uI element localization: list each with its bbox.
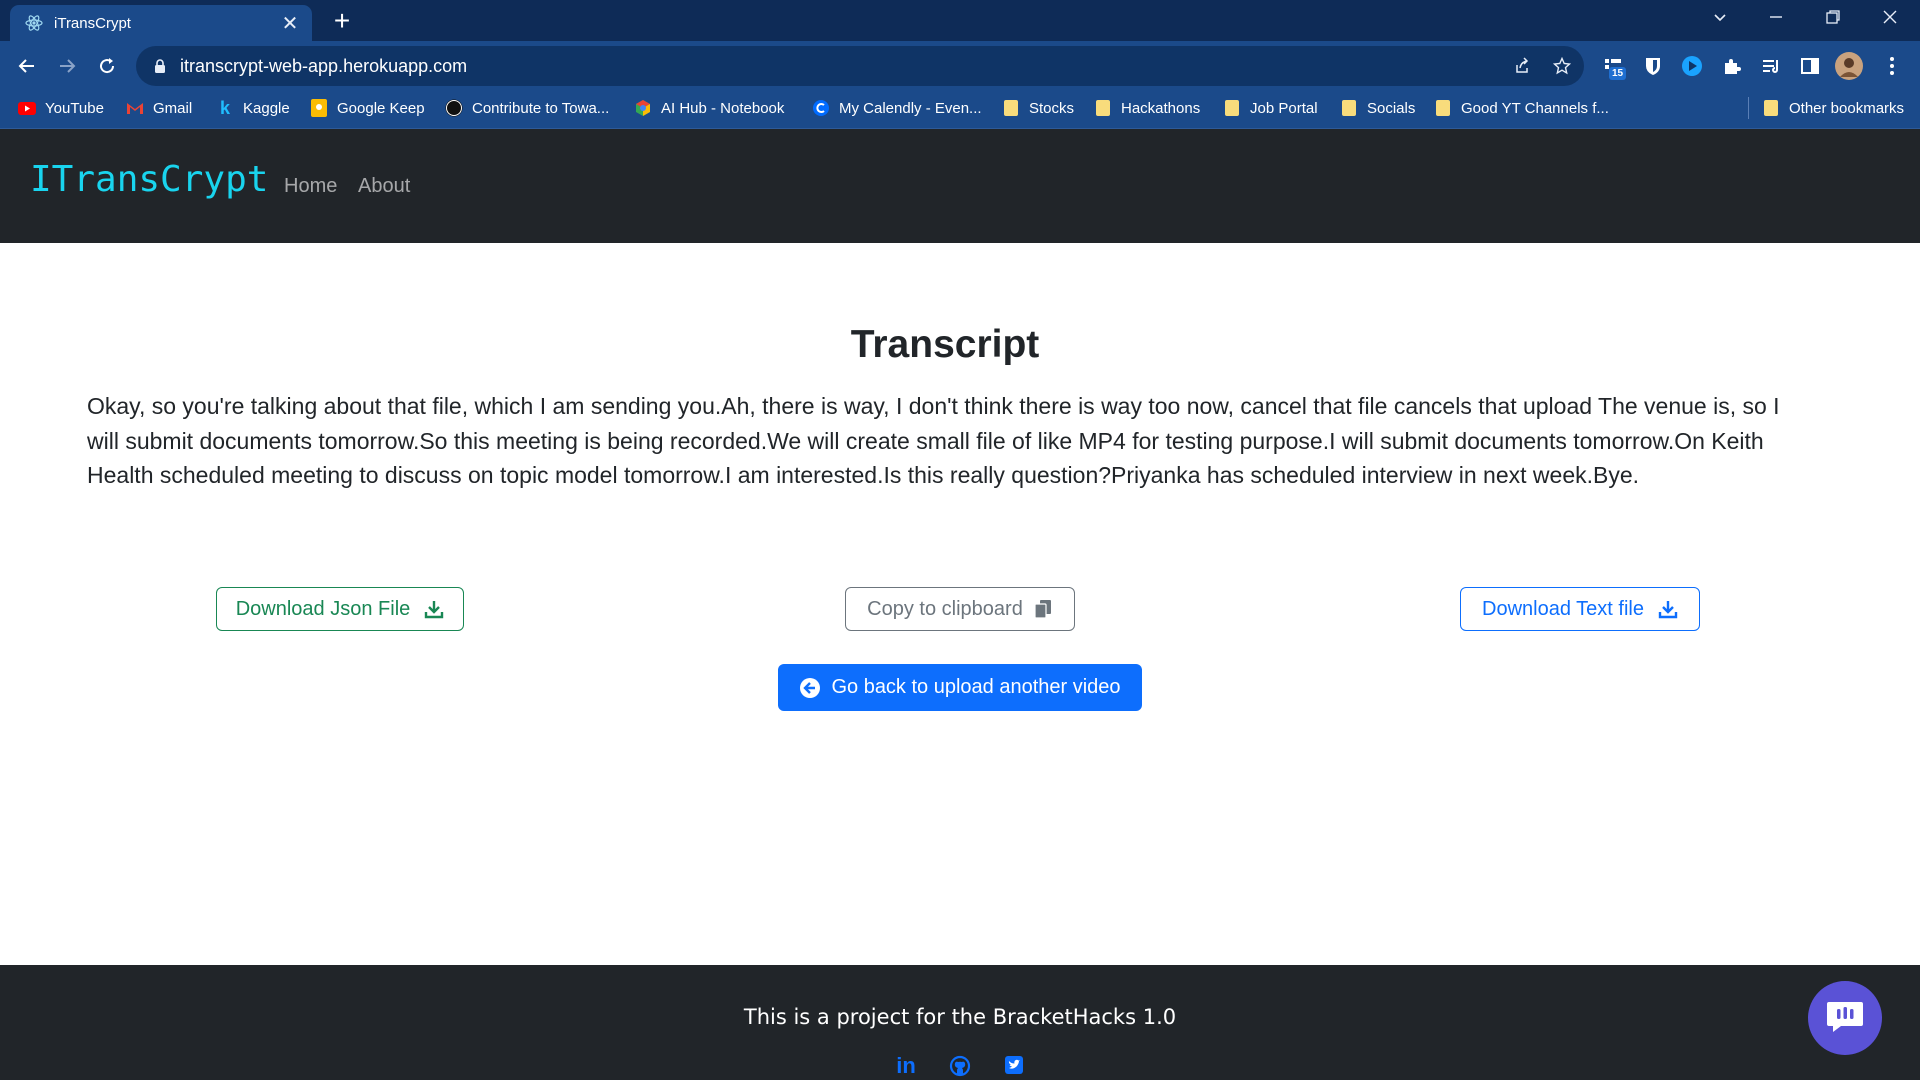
bookmark-label: Other bookmarks [1789, 99, 1905, 117]
bookmark-label: Socials [1367, 99, 1416, 117]
react-favicon-icon [24, 13, 44, 33]
go-back-button[interactable]: Go back to upload another video [778, 664, 1142, 711]
folder-icon [1094, 99, 1112, 117]
tab-title: iTransCrypt [54, 14, 131, 32]
close-window-icon[interactable] [1870, 3, 1910, 35]
folder-icon [1002, 99, 1020, 117]
aihub-icon [634, 99, 652, 117]
copy-clipboard-button[interactable]: Copy to clipboard [845, 587, 1075, 631]
transcript-text: Okay, so you're talking about that file,… [87, 393, 1780, 488]
arrow-circle-left-icon [799, 677, 821, 699]
footer-text: This is a project for the BracketHacks 1… [743, 1005, 1177, 1029]
main-content: Transcript Okay, so you're talking about… [0, 243, 1920, 965]
new-tab-icon[interactable]: + [324, 5, 360, 37]
folder-icon [1434, 99, 1452, 117]
bookmark-label: My Calendly - Even... [839, 99, 982, 117]
back-arrow-icon[interactable] [11, 50, 43, 82]
restore-icon[interactable] [1813, 3, 1853, 35]
bookmark-label: Hackathons [1121, 99, 1201, 117]
browser-toolbar: itranscrypt-web-app.herokuapp.com 15 [0, 41, 1920, 89]
bookmarks-bar: YouTube Gmail k Kaggle Google Keep Contr… [0, 89, 1920, 129]
bookmark-kaggle[interactable]: k Kaggle [216, 89, 290, 127]
kaggle-icon: k [219, 97, 230, 118]
browser-tab-strip: iTransCrypt ✕ + [0, 0, 1920, 41]
page-title: Transcript [850, 323, 1040, 366]
bookmark-gmail[interactable]: Gmail [126, 89, 192, 127]
gmail-icon [126, 99, 144, 117]
bookmarks-divider [1748, 97, 1749, 119]
linkedin-icon[interactable]: in [892, 1055, 920, 1080]
bookmark-label: Kaggle [243, 99, 290, 117]
keep-icon [310, 99, 328, 117]
site-brand[interactable]: ITransCrypt [30, 159, 268, 200]
side-panel-icon[interactable] [1794, 50, 1826, 82]
twitter-icon[interactable] [1000, 1055, 1028, 1080]
tab-search-icon[interactable] [1700, 3, 1740, 35]
download-icon [424, 599, 444, 619]
download-json-label: Download Json File [235, 597, 411, 620]
folder-icon [1762, 99, 1780, 117]
bookmark-folder-stocks[interactable]: Stocks [1002, 89, 1074, 127]
bookmark-label: Gmail [153, 99, 193, 117]
bookmark-towards[interactable]: Contribute to Towa... [445, 89, 609, 127]
chat-icon [1825, 998, 1865, 1039]
bookmark-label: Contribute to Towa... [472, 99, 610, 117]
bookmark-folder-hackathons[interactable]: Hackathons [1094, 89, 1200, 127]
share-icon[interactable] [1504, 48, 1540, 84]
bookmark-label: YouTube [45, 99, 104, 117]
address-bar[interactable]: itranscrypt-web-app.herokuapp.com [136, 46, 1584, 86]
site-footer: This is a project for the BracketHacks 1… [0, 965, 1920, 1080]
bookmark-ai-hub[interactable]: AI Hub - Notebook [634, 89, 784, 127]
lock-icon[interactable] [152, 58, 168, 74]
browser-menu-icon[interactable] [1876, 50, 1908, 82]
copy-clipboard-label: Copy to clipboard [867, 597, 1023, 620]
go-back-label: Go back to upload another video [831, 676, 1121, 698]
bitwarden-shield-icon[interactable] [1637, 50, 1669, 82]
bookmark-folder-yt-channels[interactable]: Good YT Channels f... [1434, 89, 1609, 127]
url-text[interactable]: itranscrypt-web-app.herokuapp.com [180, 56, 1504, 77]
reload-icon[interactable] [91, 50, 123, 82]
minimize-icon[interactable] [1756, 3, 1796, 35]
chat-bubble-button[interactable] [1808, 981, 1882, 1055]
browser-tab[interactable]: iTransCrypt ✕ [10, 5, 312, 41]
copy-icon [1033, 599, 1053, 619]
bookmark-label: Good YT Channels f... [1461, 99, 1609, 117]
forward-arrow-icon[interactable] [51, 50, 83, 82]
medium-icon [445, 99, 463, 117]
bookmark-calendly[interactable]: My Calendly - Even... [812, 89, 982, 127]
site-navbar: ITransCrypt Home About [0, 129, 1920, 243]
nav-about-link[interactable]: About [358, 175, 410, 198]
github-icon[interactable] [946, 1055, 974, 1080]
bookmark-youtube[interactable]: YouTube [18, 89, 104, 127]
bookmark-star-icon[interactable] [1544, 48, 1580, 84]
profile-avatar[interactable] [1833, 50, 1865, 82]
bookmark-folder-job-portal[interactable]: Job Portal [1223, 89, 1318, 127]
download-json-button[interactable]: Download Json File [216, 587, 464, 631]
bookmark-label: Stocks [1029, 99, 1075, 117]
nav-home-link[interactable]: Home [284, 175, 337, 198]
download-icon [1658, 599, 1678, 619]
bookmark-label: AI Hub - Notebook [661, 99, 785, 117]
youtube-icon [18, 99, 36, 117]
folder-icon [1223, 99, 1241, 117]
calendly-icon [812, 99, 830, 117]
folder-icon [1340, 99, 1358, 117]
bookmark-label: Google Keep [337, 99, 425, 117]
extension-tabs-icon[interactable]: 15 [1597, 50, 1629, 82]
media-play-icon[interactable] [1676, 50, 1708, 82]
download-text-button[interactable]: Download Text file [1460, 587, 1700, 631]
close-tab-icon[interactable]: ✕ [276, 11, 304, 36]
download-text-label: Download Text file [1482, 597, 1644, 620]
extension-badge: 15 [1609, 67, 1627, 80]
bookmark-other[interactable]: Other bookmarks [1762, 89, 1904, 127]
reading-list-icon[interactable] [1755, 50, 1787, 82]
bookmark-folder-socials[interactable]: Socials [1340, 89, 1415, 127]
extensions-puzzle-icon[interactable] [1716, 50, 1748, 82]
bookmark-google-keep[interactable]: Google Keep [310, 89, 425, 127]
bookmark-label: Job Portal [1250, 99, 1318, 117]
